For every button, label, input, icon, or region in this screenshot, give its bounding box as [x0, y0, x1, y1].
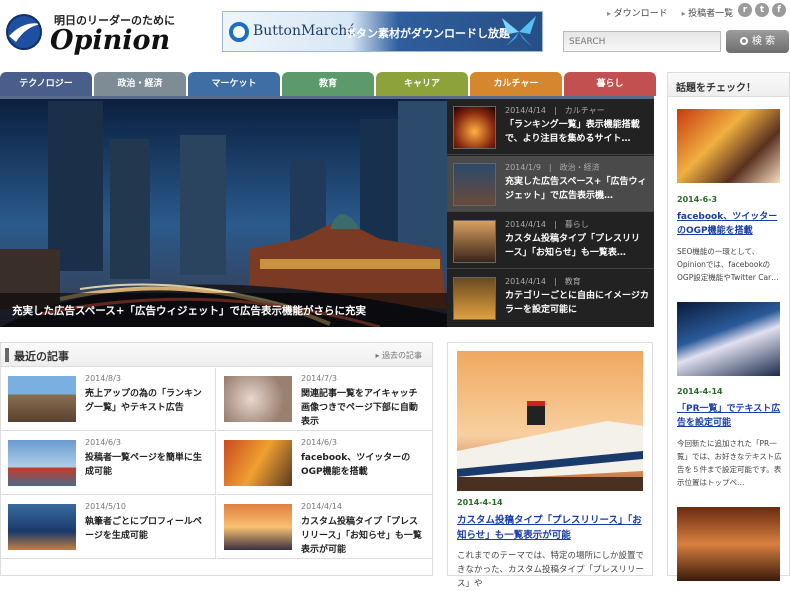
search-input[interactable]: [563, 31, 721, 52]
hero-list-category: 教育: [564, 277, 581, 286]
post-thumb: [8, 504, 76, 550]
nav-tab-education[interactable]: 教育: [282, 72, 374, 96]
hero-list-item[interactable]: 2014/4/14 | カルチャー 「ランキング一覧」表示機能搭載で、より注目を…: [447, 99, 654, 155]
site-logo-icon[interactable]: [4, 12, 44, 52]
heading-marker: [5, 348, 9, 362]
site-title[interactable]: Opinion: [50, 25, 170, 56]
hero-list-date: 2014/4/14: [505, 220, 547, 229]
banner-brand: ButtonMarché: [253, 23, 356, 39]
post-date: 2014/5/10: [85, 502, 127, 511]
featured-excerpt: これまでのテーマでは、特定の場所にしか設置できなかった、カスタム投稿タイプ「プレ…: [457, 551, 645, 589]
facebook-icon[interactable]: f: [772, 3, 786, 17]
sidebar-date: 2014-4-14: [677, 387, 723, 396]
hero-list-date: 2014/4/14: [505, 106, 547, 115]
sidebar-excerpt: 今回新たに追加された「PR一覧」では、お好きなテキスト広告を５件まで設定可能です…: [677, 439, 782, 487]
list-item[interactable]: 2014/6/3 facebook、ツイッターのOGP機能を搭載: [217, 432, 432, 495]
list-item[interactable]: 2014/5/10 執筆者ごとにプロフィールページを生成可能: [1, 496, 216, 559]
sidebar-image[interactable]: [677, 302, 780, 376]
recent-posts-header: 最近の記事 ▸ 過去の記事: [1, 343, 432, 367]
site-header: 明日のリーダーのために Opinion ButtonMarché ボタン素材がダ…: [0, 0, 790, 70]
sidebar-image[interactable]: [677, 507, 780, 581]
top-links: ダウンロード 投稿者一覧: [607, 6, 734, 19]
past-posts-label: 過去の記事: [382, 351, 422, 360]
hero-list-title: カテゴリーごとに自由にイメージカラーを設定可能に: [505, 291, 649, 315]
rss-icon[interactable]: r: [738, 3, 752, 17]
nav-tab-technology[interactable]: テクノロジー: [0, 72, 92, 96]
post-thumb: [224, 376, 292, 422]
hero-list-category: カルチャー: [564, 106, 605, 115]
hero-list-title: 「ランキング一覧」表示機能搭載で、より注目を集めるサイト…: [505, 120, 640, 144]
post-title: 関連記事一覧をアイキャッチ画像つきでページ下部に自動表示: [301, 389, 418, 427]
hero-list-thumb: [453, 106, 496, 149]
list-item[interactable]: 2014/4/14 カスタム投稿タイプ「プレスリリース」「お知らせ」も一覧表示が…: [217, 496, 432, 559]
sidebar-post-title[interactable]: 「PR一覧」でテキスト広告を設定可能: [677, 402, 785, 430]
list-item[interactable]: 2014/6/3 投稿者一覧ページを簡単に生成可能: [1, 432, 216, 495]
post-date: 2014/6/3: [301, 438, 337, 447]
featured-date: 2014-4-14: [457, 498, 503, 507]
hero-list-date: 2014/4/14: [505, 277, 547, 286]
post-date: 2014/8/3: [85, 374, 121, 383]
sidebar-title: 話題をチェック！: [668, 73, 789, 97]
butterfly-icon: [502, 16, 536, 47]
sidebar-date: 2014-6-3: [677, 195, 718, 204]
hero-list-thumb: [453, 277, 496, 320]
authors-link[interactable]: 投稿者一覧: [682, 6, 733, 19]
ad-banner[interactable]: ButtonMarché ボタン素材がダウンロードし放題: [222, 11, 543, 52]
hero-list-title: カスタム投稿タイプ「プレスリリース」「お知らせ」も一覧表…: [505, 234, 641, 258]
sidebar-post-title[interactable]: facebook、ツイッターのOGP機能を搭載: [677, 210, 785, 238]
hero-list-meta: 2014/4/14 | カルチャー: [505, 106, 605, 115]
nav-tab-market[interactable]: マーケット: [188, 72, 280, 96]
featured-image: [457, 351, 643, 491]
nav-tab-career[interactable]: キャリア: [376, 72, 468, 96]
featured-post[interactable]: 2014-4-14 カスタム投稿タイプ「プレスリリース」「お知らせ」も一覧表示が…: [447, 342, 653, 589]
featured-title[interactable]: カスタム投稿タイプ「プレスリリース」「お知らせ」も一覧表示が可能: [457, 513, 647, 543]
post-thumb: [224, 504, 292, 550]
nav-tab-living[interactable]: 暮らし: [564, 72, 656, 96]
sidebar-excerpt: SEO機能の一環として、Opinionでは、facebookのOGP設定機能やT…: [677, 247, 779, 282]
past-posts-link[interactable]: ▸ 過去の記事: [375, 350, 422, 361]
list-item[interactable]: 2014/7/3 関連記事一覧をアイキャッチ画像つきでページ下部に自動表示: [217, 368, 432, 431]
list-item[interactable]: 2014/8/3 売上アップの為の「ランキング一覧」やテキスト広告: [1, 368, 216, 431]
post-title: 執筆者ごとにプロフィールページを生成可能: [85, 517, 202, 541]
sidebar-trending: 話題をチェック！ 2014-6-3 facebook、ツイッターのOGP機能を搭…: [667, 72, 790, 581]
post-title: 投稿者一覧ページを簡単に生成可能: [85, 453, 202, 477]
hero-list-thumb: [453, 163, 496, 206]
hero-list-item[interactable]: 2014/4/14 | 暮らし カスタム投稿タイプ「プレスリリース」「お知らせ」…: [447, 213, 654, 269]
post-title: facebook、ツイッターのOGP機能を搭載: [301, 453, 411, 477]
hero-caption[interactable]: 充実した広告スペース+「広告ウィジェット」で広告表示機能がさらに充実: [0, 293, 447, 327]
search-button-label: 検 索: [751, 36, 776, 47]
nav-tab-culture[interactable]: カルチャー: [470, 72, 562, 96]
hero-list-meta: 2014/4/14 | 教育: [505, 277, 581, 286]
hero-list-meta: 2014/1/9 | 政治・経済: [505, 163, 600, 172]
nav-tab-politics[interactable]: 政治・経済: [94, 72, 186, 96]
hero-list-item[interactable]: 2014/4/14 | 教育 カテゴリーごとに自由にイメージカラーを設定可能に: [447, 270, 654, 326]
post-title: 売上アップの為の「ランキング一覧」やテキスト広告: [85, 389, 202, 413]
post-date: 2014/7/3: [301, 374, 337, 383]
hero-slide-list: 2014/4/14 | カルチャー 「ランキング一覧」表示機能搭載で、より注目を…: [447, 99, 654, 327]
hero-list-date: 2014/1/9: [505, 163, 541, 172]
banner-logo-icon: [229, 22, 249, 42]
hero-list-title: 充実した広告スペース+「広告ウィジェット」で広告表示機…: [505, 177, 647, 201]
hero-list-category: 暮らし: [564, 220, 589, 229]
post-date: 2014/6/3: [85, 438, 121, 447]
post-title: カスタム投稿タイプ「プレスリリース」「お知らせ」も一覧表示が可能: [301, 517, 422, 555]
recent-posts: 最近の記事 ▸ 過去の記事 2014/8/3 売上アップの為の「ランキング一覧」…: [0, 342, 433, 576]
hero-list-meta: 2014/4/14 | 暮らし: [505, 220, 589, 229]
hero-list-category: 政治・経済: [559, 163, 600, 172]
search-button[interactable]: 検 索: [726, 30, 789, 53]
recent-posts-title: 最近の記事: [14, 350, 69, 363]
post-thumb: [224, 440, 292, 486]
twitter-icon[interactable]: t: [755, 3, 769, 17]
post-thumb: [8, 440, 76, 486]
hero-list-item[interactable]: 2014/1/9 | 政治・経済 充実した広告スペース+「広告ウィジェット」で広…: [447, 156, 654, 212]
sidebar-image[interactable]: [677, 109, 780, 183]
social-icons: r t f: [738, 3, 786, 17]
post-thumb: [8, 376, 76, 422]
banner-text: ボタン素材がダウンロードし放題: [345, 27, 510, 40]
post-date: 2014/4/14: [301, 502, 343, 511]
download-link[interactable]: ダウンロード: [607, 6, 668, 19]
search-icon: [739, 37, 748, 45]
category-nav: テクノロジー 政治・経済 マーケット 教育 キャリア カルチャー 暮らし: [0, 72, 656, 96]
hero-list-thumb: [453, 220, 496, 263]
